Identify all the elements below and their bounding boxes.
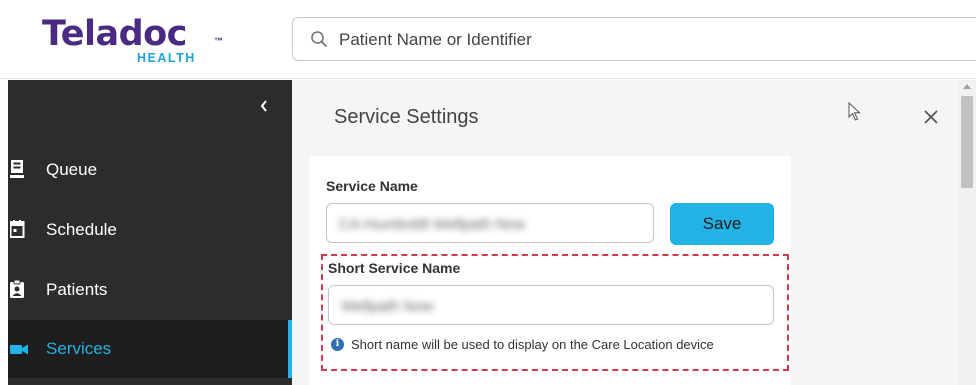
save-button[interactable]: Save: [670, 203, 774, 245]
teladoc-logo[interactable]: Teladoc ™ HEALTH: [42, 14, 242, 70]
scrollbar-thumb[interactable]: [961, 96, 973, 188]
sidebar-item-schedule[interactable]: Schedule: [8, 201, 292, 259]
scrollbar[interactable]: [958, 80, 976, 385]
queue-icon: [10, 160, 24, 178]
close-icon[interactable]: [920, 106, 942, 128]
service-name-field[interactable]: [326, 203, 654, 243]
app-header: Teladoc ™ HEALTH: [0, 0, 976, 79]
mouse-cursor-icon: [848, 102, 861, 121]
sidebar-item-label: Schedule: [46, 220, 117, 239]
short-service-name-field[interactable]: [328, 285, 774, 325]
short-service-name-label: Short Service Name: [328, 260, 461, 276]
chevron-left-icon: [260, 100, 267, 112]
logo-wordmark: Teladoc: [42, 14, 187, 54]
panel-title: Service Settings: [334, 106, 479, 128]
search-box[interactable]: [292, 17, 976, 61]
info-icon: i: [331, 338, 344, 351]
search-input[interactable]: [339, 27, 939, 53]
logo-subtitle: HEALTH: [137, 51, 196, 65]
service-settings-panel: Service Settings Service Name Save Short…: [292, 80, 976, 385]
sidebar-item-label: Services: [46, 339, 112, 358]
sidebar-item-label: Queue: [46, 160, 98, 179]
service-name-input[interactable]: [339, 213, 599, 235]
info-text: Short name will be used to display on th…: [351, 337, 714, 352]
sidebar-item-label: Patients: [46, 280, 108, 299]
scroll-up-arrow-icon[interactable]: [963, 84, 971, 89]
info-message: i Short name will be used to display on …: [331, 336, 771, 354]
short-service-name-input[interactable]: [341, 295, 601, 317]
settings-card: Service Name Save Short Service Name i S…: [309, 156, 791, 385]
sidebar: Queue Schedule Patients Services: [8, 80, 292, 385]
patient-badge-icon: [10, 280, 24, 298]
sidebar-item-patients[interactable]: Patients: [8, 261, 292, 319]
calendar-icon: [10, 220, 25, 238]
service-name-label: Service Name: [326, 178, 418, 194]
sidebar-collapse-button[interactable]: [252, 94, 276, 118]
sidebar-item-services[interactable]: Services: [8, 320, 292, 378]
search-icon: [311, 31, 327, 47]
video-camera-icon: [10, 344, 28, 355]
sidebar-item-queue[interactable]: Queue: [8, 141, 292, 199]
logo-trademark: ™: [214, 36, 223, 46]
